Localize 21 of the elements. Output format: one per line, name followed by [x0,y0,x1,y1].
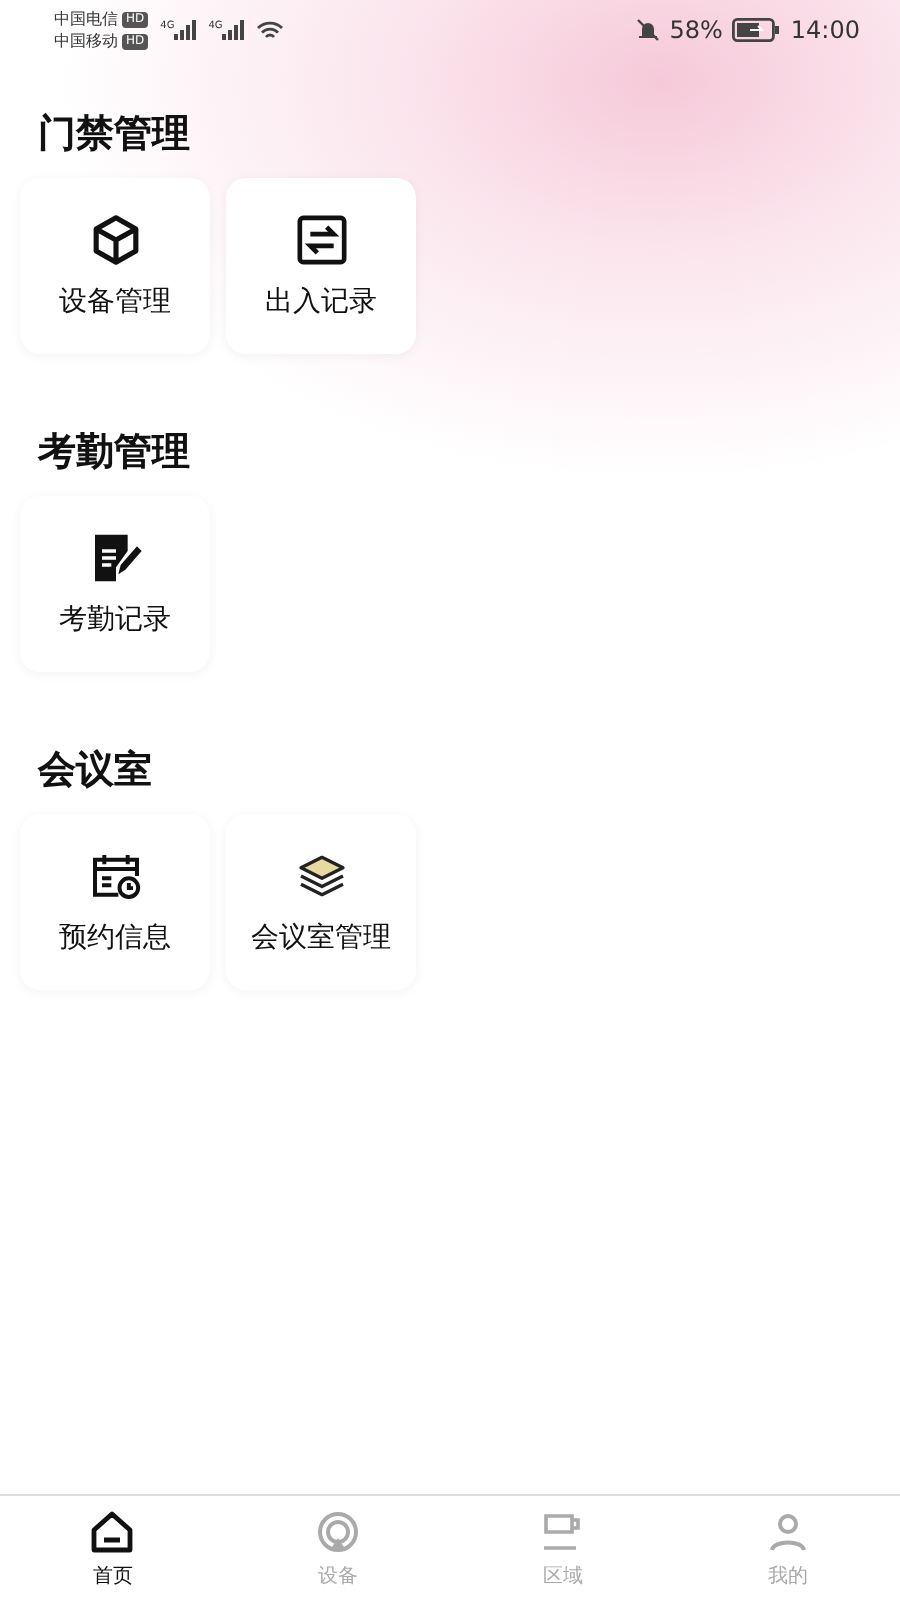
signal-icon [222,20,245,40]
section-title: 考勤管理 [38,430,192,474]
nav-tab[interactable]: 首页 [0,1496,225,1600]
wifi-icon [256,19,285,41]
feature-tile[interactable]: 考勤记录 [20,496,210,672]
signal-icon [174,20,197,40]
home-icon [88,1507,137,1555]
battery-charging-icon [732,18,781,42]
device-icon [313,1507,362,1555]
battery-percent: 58% [669,16,723,44]
section-title: 门禁管理 [38,112,192,156]
feature-tile[interactable]: 设备管理 [20,178,210,354]
clock: 14:00 [790,16,860,44]
bell-muted-icon [635,18,660,42]
carrier-name: 中国移动 [54,30,118,52]
carrier-name: 中国电信 [54,8,118,30]
section-title: 会议室 [38,748,154,792]
feature-tile[interactable]: 预约信息 [20,814,210,990]
feature-tile[interactable]: 出入记录 [226,178,416,354]
feature-tile[interactable]: 会议室管理 [226,814,416,990]
swap-arrows-icon [293,212,349,268]
